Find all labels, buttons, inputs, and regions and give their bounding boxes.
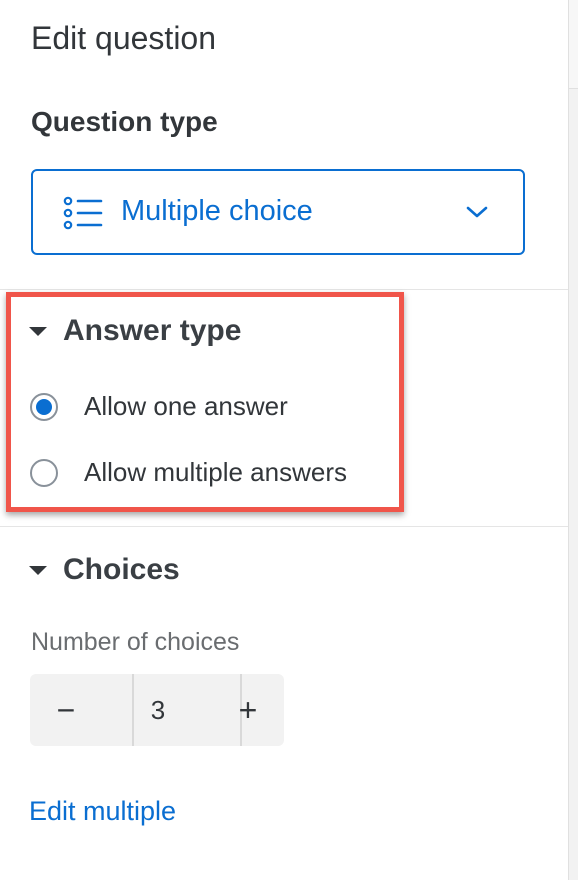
- question-type-dropdown[interactable]: Multiple choice: [31, 169, 525, 255]
- number-of-choices-label: Number of choices: [31, 628, 240, 656]
- section-divider: [0, 289, 568, 290]
- chevron-down-icon: [466, 206, 488, 218]
- decrement-button[interactable]: −: [30, 674, 102, 746]
- edit-question-panel: Edit question Question type Multiple cho…: [0, 0, 568, 880]
- question-type-label: Question type: [31, 106, 218, 137]
- question-type-value: Multiple choice: [121, 195, 313, 227]
- edit-multiple-link[interactable]: Edit multiple: [29, 796, 176, 827]
- section-divider: [0, 526, 568, 527]
- panel-title: Edit question: [31, 20, 217, 56]
- increment-button[interactable]: +: [212, 674, 284, 746]
- highlight-annotation-box: [6, 292, 404, 512]
- list-icon: [63, 196, 103, 230]
- number-of-choices-stepper: − 3 +: [30, 674, 284, 746]
- caret-down-icon: [29, 565, 47, 575]
- plus-icon: +: [238, 691, 258, 728]
- scroll-strip: [568, 0, 578, 880]
- scroll-strip-segment: [569, 0, 578, 89]
- choices-count-input[interactable]: 3: [104, 674, 212, 746]
- choices-toggle[interactable]: Choices: [29, 553, 180, 587]
- choices-title: Choices: [63, 553, 180, 586]
- minus-icon: −: [56, 691, 76, 728]
